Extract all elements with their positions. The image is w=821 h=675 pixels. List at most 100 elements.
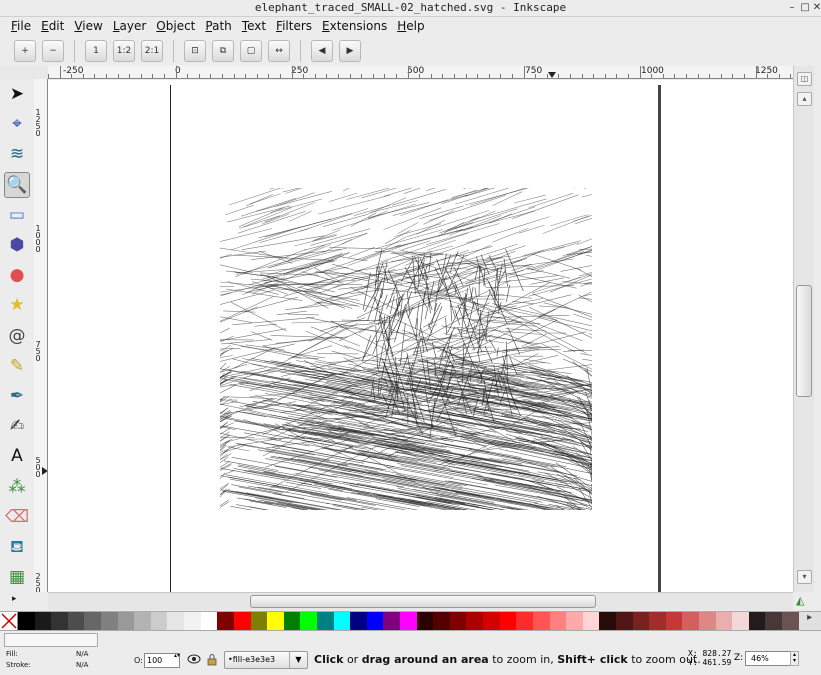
eraser-tool-icon[interactable]: ⌫: [4, 504, 30, 530]
zoom-selection-button[interactable]: ⊡: [184, 40, 206, 62]
opacity-spin[interactable]: ▴▾: [174, 652, 180, 659]
close-button[interactable]: ✕: [811, 2, 821, 14]
scroll-down-arrow-icon[interactable]: ▾: [797, 570, 812, 584]
ellipse-tool-icon[interactable]: ●: [4, 262, 30, 288]
vertical-scrollbar[interactable]: ◫ ▴ ▾: [793, 66, 814, 592]
paint-bucket-tool-icon[interactable]: ⛾: [4, 534, 30, 560]
color-swatch[interactable]: [582, 612, 600, 630]
color-swatch[interactable]: [400, 612, 417, 630]
color-swatch[interactable]: [350, 612, 367, 630]
zoom-1-to-2-button[interactable]: 1:2: [113, 40, 135, 62]
spiral-tool-icon[interactable]: @: [4, 323, 30, 349]
calligraphy-tool-icon[interactable]: ✍: [4, 413, 30, 439]
color-swatch[interactable]: [549, 612, 567, 630]
color-swatch[interactable]: [34, 612, 52, 630]
color-swatch[interactable]: [383, 612, 401, 630]
pencil-tool-icon[interactable]: ✎: [4, 353, 30, 379]
color-swatch[interactable]: [333, 612, 351, 630]
menu-path[interactable]: Path: [200, 19, 236, 33]
zoom-page-width-button[interactable]: ↔: [268, 40, 290, 62]
maximize-button[interactable]: □: [799, 2, 811, 14]
color-swatch[interactable]: [499, 612, 517, 630]
zoom-previous-button[interactable]: ◀: [311, 40, 333, 62]
color-swatch[interactable]: [698, 612, 716, 630]
spray-tool-icon[interactable]: ⁂: [4, 474, 30, 500]
rectangle-tool-icon[interactable]: ▭: [4, 202, 30, 228]
color-swatch[interactable]: [632, 612, 650, 630]
color-swatch[interactable]: [101, 612, 118, 630]
color-swatch[interactable]: [184, 612, 201, 630]
vertical-ruler[interactable]: 1250 1000 750 500 250: [34, 79, 48, 592]
color-swatch[interactable]: [233, 612, 251, 630]
minimize-button[interactable]: –: [786, 2, 798, 14]
horizontal-ruler[interactable]: -250 0 250 500 750 1000 1250: [48, 66, 793, 79]
menu-help[interactable]: Help: [392, 19, 429, 33]
color-swatch[interactable]: [748, 612, 766, 630]
no-paint-swatch[interactable]: [0, 612, 18, 630]
node-tool-icon[interactable]: ⌖: [4, 111, 30, 137]
vertical-scroll-thumb[interactable]: [796, 285, 812, 397]
zoom-drawing-button[interactable]: ⧉: [212, 40, 234, 62]
selector-tool-icon[interactable]: ➤: [4, 81, 30, 107]
color-swatch[interactable]: [316, 612, 334, 630]
tweak-tool-icon[interactable]: ≋: [4, 141, 30, 167]
color-swatch[interactable]: [117, 612, 135, 630]
palette-scroll-icon[interactable]: ▸: [798, 612, 821, 630]
3d-box-tool-icon[interactable]: ⬢: [4, 232, 30, 258]
color-swatch[interactable]: [134, 612, 151, 630]
menu-layer[interactable]: Layer: [108, 19, 151, 33]
color-swatch[interactable]: [366, 612, 384, 630]
color-swatch[interactable]: [300, 612, 317, 630]
color-swatch[interactable]: [84, 612, 102, 630]
lock-icon[interactable]: [207, 653, 217, 666]
hatched-elephant-drawing[interactable]: [220, 188, 592, 510]
stroke-value[interactable]: N/A: [76, 661, 88, 669]
color-swatch[interactable]: [782, 612, 799, 630]
color-swatch[interactable]: [483, 612, 500, 630]
scroll-up-icon[interactable]: ◫: [797, 72, 812, 86]
horizontal-scrollbar[interactable]: [48, 592, 793, 610]
zoom-out-button[interactable]: −: [42, 40, 64, 62]
color-swatch[interactable]: [732, 612, 749, 630]
gradient-tool-icon[interactable]: ▦: [4, 564, 30, 590]
menu-filters[interactable]: Filters: [271, 19, 317, 33]
color-swatch[interactable]: [150, 612, 168, 630]
color-swatch[interactable]: [466, 612, 484, 630]
menu-text[interactable]: Text: [237, 19, 271, 33]
color-swatch[interactable]: [449, 612, 467, 630]
color-swatch[interactable]: [682, 612, 699, 630]
color-swatch[interactable]: [433, 612, 450, 630]
color-swatch[interactable]: [566, 612, 583, 630]
menu-file[interactable]: File: [6, 19, 36, 33]
color-swatch[interactable]: [516, 612, 533, 630]
color-swatch[interactable]: [665, 612, 683, 630]
color-swatch[interactable]: [283, 612, 301, 630]
menu-object[interactable]: Object: [151, 19, 200, 33]
cms-toggle-icon[interactable]: ◭: [796, 594, 804, 607]
color-swatch[interactable]: [217, 612, 234, 630]
drawing-canvas[interactable]: [48, 80, 793, 592]
zoom-spin[interactable]: ▴ ▾: [790, 651, 799, 666]
color-swatch[interactable]: [200, 612, 218, 630]
color-swatch[interactable]: [765, 612, 783, 630]
pen-tool-icon[interactable]: ✒: [4, 383, 30, 409]
color-swatch[interactable]: [167, 612, 185, 630]
color-swatch[interactable]: [67, 612, 85, 630]
menu-view[interactable]: View: [69, 19, 107, 33]
zoom-page-button[interactable]: ▢: [240, 40, 262, 62]
color-swatch[interactable]: [18, 612, 35, 630]
horizontal-scroll-thumb[interactable]: [250, 595, 596, 608]
eye-icon[interactable]: [187, 653, 201, 665]
zoom-tool-icon[interactable]: 🔍: [4, 171, 30, 198]
zoom-2-to-1-button[interactable]: 2:1: [141, 40, 163, 62]
fill-value[interactable]: N/A: [76, 650, 88, 658]
color-swatch[interactable]: [250, 612, 268, 630]
star-tool-icon[interactable]: ★: [4, 292, 30, 318]
chevron-down-icon[interactable]: ▼: [289, 652, 307, 668]
toolbox-expand-icon[interactable]: ▸: [12, 594, 17, 604]
current-layer-select[interactable]: •fill-e3e3e3 ▼: [224, 651, 308, 669]
color-swatch[interactable]: [715, 612, 733, 630]
color-swatch[interactable]: [267, 612, 284, 630]
menu-extensions[interactable]: Extensions: [317, 19, 392, 33]
color-swatch[interactable]: [532, 612, 550, 630]
